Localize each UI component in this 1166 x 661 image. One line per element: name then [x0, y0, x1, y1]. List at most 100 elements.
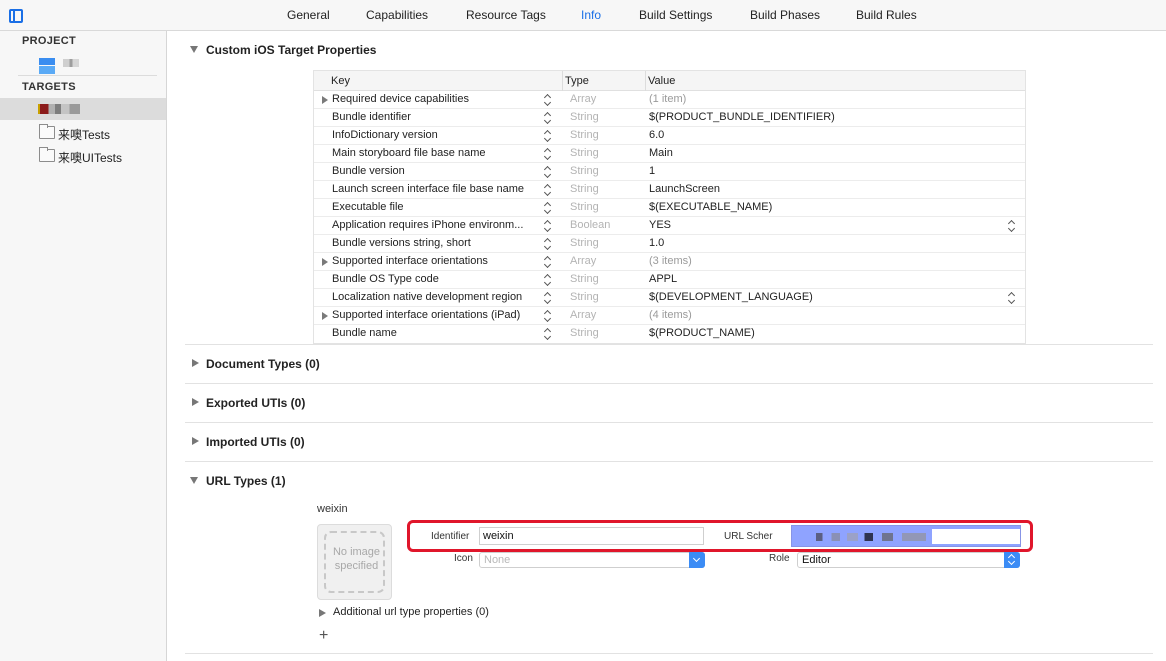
- property-key[interactable]: Launch screen interface file base name: [332, 183, 544, 195]
- property-key[interactable]: Main storyboard file base name: [332, 147, 544, 159]
- property-type[interactable]: String: [570, 183, 599, 195]
- table-row[interactable]: Bundle version String 1: [314, 163, 1025, 181]
- property-value[interactable]: 1.0: [649, 237, 664, 249]
- property-key[interactable]: Supported interface orientations: [332, 255, 544, 267]
- property-key[interactable]: Executable file: [332, 201, 544, 213]
- property-type[interactable]: String: [570, 111, 599, 123]
- table-row[interactable]: Supported interface orientations Array (3 …: [314, 253, 1025, 271]
- property-type[interactable]: String: [570, 327, 599, 339]
- table-row[interactable]: Launch screen interface file base name St…: [314, 181, 1025, 199]
- property-key[interactable]: Supported interface orientations (iPad): [332, 309, 544, 321]
- key-stepper-icon[interactable]: [545, 310, 552, 322]
- table-row[interactable]: Required device capabilities Array (1 item…: [314, 91, 1025, 109]
- table-row[interactable]: InfoDictionary version String 6.0: [314, 127, 1025, 145]
- property-value[interactable]: (1 item): [649, 93, 686, 105]
- sidebar-item-tests-target[interactable]: 来噢Tests: [0, 122, 166, 144]
- key-stepper-icon[interactable]: [545, 256, 552, 268]
- sidebar-item-uitests-target[interactable]: 来噢UITests: [0, 145, 166, 167]
- value-popup-stepper-icon[interactable]: [1009, 292, 1016, 304]
- column-type[interactable]: Type: [565, 75, 589, 87]
- property-key[interactable]: Required device capabilities: [332, 93, 544, 105]
- key-stepper-icon[interactable]: [545, 94, 552, 106]
- tab-build-rules[interactable]: Build Rules: [856, 8, 917, 22]
- property-key[interactable]: Localization native development region: [332, 291, 544, 303]
- key-stepper-icon[interactable]: [545, 166, 552, 178]
- table-row[interactable]: Bundle name String $(PRODUCT_NAME): [314, 325, 1025, 343]
- property-type[interactable]: String: [570, 237, 599, 249]
- key-stepper-icon[interactable]: [545, 184, 552, 196]
- property-key[interactable]: Bundle OS Type code: [332, 273, 544, 285]
- property-value[interactable]: $(EXECUTABLE_NAME): [649, 201, 772, 213]
- tab-capabilities[interactable]: Capabilities: [366, 8, 428, 22]
- key-stepper-icon[interactable]: [545, 148, 552, 160]
- property-key[interactable]: InfoDictionary version: [332, 129, 544, 141]
- imported-utis-title[interactable]: Imported UTIs (0): [206, 435, 305, 449]
- key-stepper-icon[interactable]: [545, 202, 552, 214]
- property-value[interactable]: (4 items): [649, 309, 692, 321]
- project-icon[interactable]: [39, 58, 55, 74]
- value-popup-stepper-icon[interactable]: [1009, 220, 1016, 232]
- table-row[interactable]: Executable file String $(EXECUTABLE_NAME): [314, 199, 1025, 217]
- table-row[interactable]: Localization native development region St…: [314, 289, 1025, 307]
- key-stepper-icon[interactable]: [545, 220, 552, 232]
- project-name-redacted[interactable]: [63, 59, 79, 67]
- table-row[interactable]: Bundle identifier String $(PRODUCT_BUNDLE_…: [314, 109, 1025, 127]
- property-type[interactable]: String: [570, 291, 599, 303]
- property-value[interactable]: $(PRODUCT_BUNDLE_IDENTIFIER): [649, 111, 835, 123]
- property-type[interactable]: Array: [570, 255, 596, 267]
- property-key[interactable]: Application requires iPhone environm...: [332, 219, 544, 231]
- expand-triangle-icon[interactable]: [322, 312, 328, 320]
- property-value[interactable]: (3 items): [649, 255, 692, 267]
- property-key[interactable]: Bundle version: [332, 165, 544, 177]
- table-row[interactable]: Supported interface orientations (iPad) A…: [314, 307, 1025, 325]
- property-value[interactable]: APPL: [649, 273, 677, 285]
- table-row[interactable]: Application requires iPhone environm... B…: [314, 217, 1025, 235]
- tab-general[interactable]: General: [287, 8, 330, 22]
- property-key[interactable]: Bundle versions string, short: [332, 237, 544, 249]
- property-value[interactable]: $(PRODUCT_NAME): [649, 327, 755, 339]
- additional-url-properties[interactable]: Additional url type properties (0): [333, 606, 489, 618]
- key-stepper-icon[interactable]: [545, 112, 552, 124]
- table-row[interactable]: Bundle versions string, short String 1.0: [314, 235, 1025, 253]
- icon-popup[interactable]: None: [479, 552, 705, 568]
- tab-info[interactable]: Info: [581, 8, 601, 22]
- property-value[interactable]: 1: [649, 165, 655, 177]
- property-type[interactable]: String: [570, 273, 599, 285]
- property-value[interactable]: Main: [649, 147, 673, 159]
- expand-triangle-icon[interactable]: [322, 258, 328, 266]
- collapse-triangle-icon[interactable]: [190, 46, 198, 53]
- collapse-triangle-icon[interactable]: [190, 477, 198, 484]
- property-value[interactable]: LaunchScreen: [649, 183, 720, 195]
- key-stepper-icon[interactable]: [545, 292, 552, 304]
- property-type[interactable]: Array: [570, 93, 596, 105]
- property-type[interactable]: Array: [570, 309, 596, 321]
- navigator-toggle-icon[interactable]: [9, 9, 23, 23]
- expand-triangle-icon[interactable]: [322, 96, 328, 104]
- tab-build-phases[interactable]: Build Phases: [750, 8, 820, 22]
- role-popup[interactable]: Editor: [797, 552, 1020, 568]
- exported-utis-title[interactable]: Exported UTIs (0): [206, 396, 305, 410]
- key-stepper-icon[interactable]: [545, 274, 552, 286]
- property-type[interactable]: String: [570, 129, 599, 141]
- add-url-type-button[interactable]: +: [319, 627, 328, 645]
- property-value[interactable]: YES: [649, 219, 671, 231]
- key-stepper-icon[interactable]: [545, 130, 552, 142]
- url-type-image-well[interactable]: No image specified: [317, 524, 392, 600]
- property-value[interactable]: 6.0: [649, 129, 664, 141]
- property-type[interactable]: String: [570, 165, 599, 177]
- identifier-field[interactable]: weixin: [479, 527, 704, 545]
- property-type[interactable]: Boolean: [570, 219, 610, 231]
- url-types-title[interactable]: URL Types (1): [206, 474, 286, 488]
- property-type[interactable]: String: [570, 147, 599, 159]
- table-row[interactable]: Bundle OS Type code String APPL: [314, 271, 1025, 289]
- url-schemes-field[interactable]: [791, 525, 1021, 547]
- property-value[interactable]: $(DEVELOPMENT_LANGUAGE): [649, 291, 813, 303]
- key-stepper-icon[interactable]: [545, 328, 552, 340]
- tab-resource-tags[interactable]: Resource Tags: [466, 8, 546, 22]
- column-value[interactable]: Value: [648, 75, 675, 87]
- table-row[interactable]: Main storyboard file base name String Main: [314, 145, 1025, 163]
- tab-build-settings[interactable]: Build Settings: [639, 8, 712, 22]
- expand-triangle-icon[interactable]: [319, 609, 326, 617]
- document-types-title[interactable]: Document Types (0): [206, 357, 320, 371]
- property-type[interactable]: String: [570, 201, 599, 213]
